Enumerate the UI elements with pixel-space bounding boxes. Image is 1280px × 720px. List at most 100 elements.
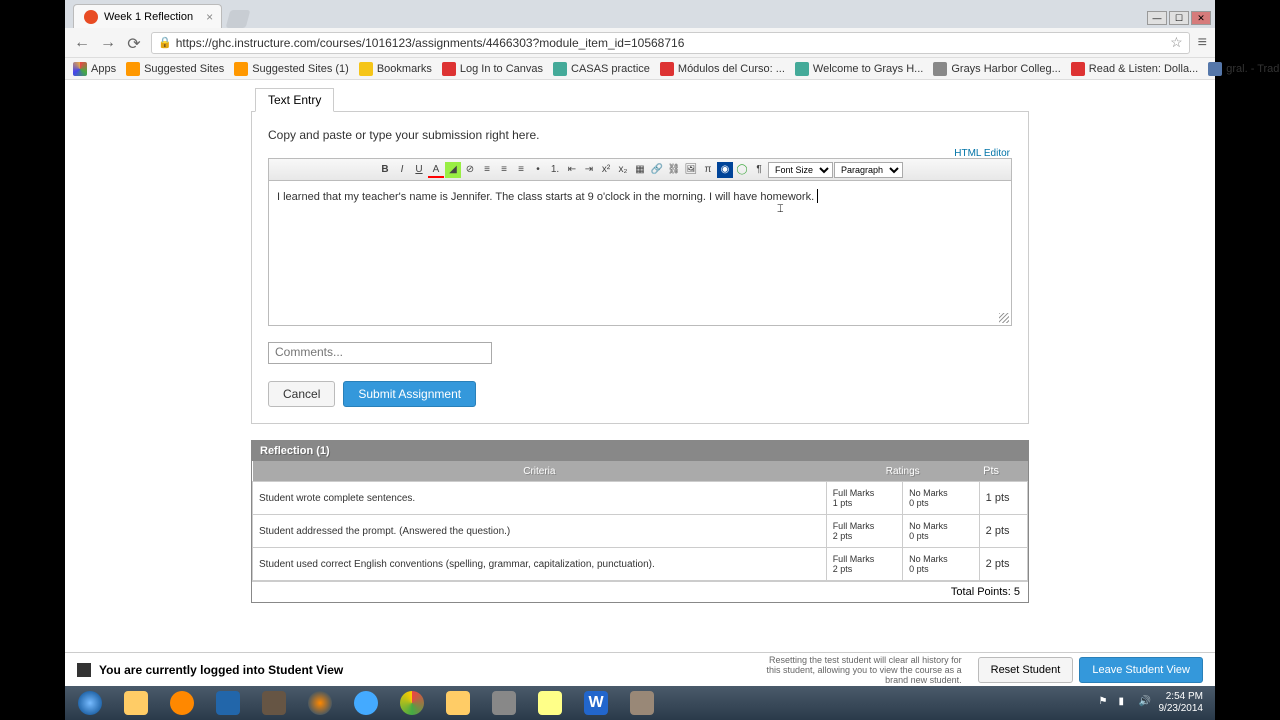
resize-handle[interactable] [999,313,1009,323]
windows-taskbar: W ⚑ ▮ 🔊 2:54 PM 9/23/2014 [65,686,1215,720]
close-window-button[interactable]: ✕ [1191,11,1211,25]
outlook-taskbar-icon[interactable] [437,689,479,717]
explorer-taskbar-icon[interactable] [115,689,157,717]
editor-textarea[interactable]: I learned that my teacher's name is Jenn… [269,181,1011,325]
chrome-taskbar-icon[interactable] [391,689,433,717]
ie-taskbar-icon[interactable] [345,689,387,717]
start-button[interactable] [69,689,111,717]
minimize-button[interactable]: — [1147,11,1167,25]
italic-button[interactable]: I [394,162,410,178]
bookmark-icon [442,62,456,76]
bullet-list-button[interactable]: • [530,162,546,178]
cancel-button[interactable]: Cancel [268,381,335,407]
media-player-taskbar-icon[interactable] [161,689,203,717]
comments-input[interactable] [268,342,492,364]
font-size-select[interactable]: Font Size [768,162,833,178]
align-right-button[interactable]: ≡ [513,162,529,178]
rubric-row: Student addressed the prompt. (Answered … [253,515,1028,548]
rating-cell[interactable]: No Marks0 pts [903,548,979,581]
bookmark-icon [234,62,248,76]
chrome-menu-button[interactable]: ≡ [1198,34,1207,52]
subscript-button[interactable]: x₂ [615,162,631,178]
ltr-button[interactable]: ¶ [751,162,767,178]
bookmark-item[interactable]: Welcome to Grays H... [795,62,923,76]
submission-box: Copy and paste or type your submission r… [251,111,1029,424]
bookmark-star-icon[interactable]: ☆ [1170,34,1183,51]
bold-button[interactable]: B [377,162,393,178]
bookmark-item[interactable]: Log In to Canvas [442,62,543,76]
reload-button[interactable]: ⟳ [125,34,143,52]
rich-text-editor: B I U A ◢ ⊘ ≡ ≡ ≡ • 1. ⇤ ⇥ x² x₂ [268,158,1012,326]
bookmark-item[interactable]: Suggested Sites (1) [234,62,349,76]
pts-cell: 2 pts [979,515,1027,548]
submit-assignment-button[interactable]: Submit Assignment [343,381,476,407]
rating-cell[interactable]: No Marks0 pts [903,482,979,515]
browser-tabstrip: Week 1 Reflection × — ☐ ✕ [65,0,1215,28]
browser-tab[interactable]: Week 1 Reflection × [73,4,222,28]
rating-cell[interactable]: Full Marks1 pts [826,482,902,515]
embed-button[interactable]: ◯ [734,162,750,178]
snipping-taskbar-icon[interactable] [483,689,525,717]
tray-flag-icon[interactable]: ⚑ [1099,696,1113,710]
word-taskbar-icon[interactable]: W [575,689,617,717]
table-button[interactable]: ▦ [632,162,648,178]
bookmark-item[interactable]: Read & Listen: Dolla... [1071,62,1198,76]
apps-button[interactable]: Apps [73,62,116,76]
bookmark-item[interactable]: CASAS practice [553,62,650,76]
notes-taskbar-icon[interactable] [529,689,571,717]
bookmark-icon [553,62,567,76]
underline-button[interactable]: U [411,162,427,178]
student-view-message: You are currently logged into Student Vi… [99,663,762,677]
bookmark-item[interactable]: Módulos del Curso: ... [660,62,785,76]
app-taskbar-icon[interactable] [621,689,663,717]
clear-format-button[interactable]: ⊘ [462,162,478,178]
pts-cell: 2 pts [979,548,1027,581]
canvas-favicon [84,10,98,24]
back-button[interactable]: ← [73,34,91,52]
text-color-button[interactable]: A [428,162,444,178]
image-button[interactable]: 🖼 [683,162,699,178]
bg-color-button[interactable]: ◢ [445,162,461,178]
url-input[interactable]: 🔒 https://ghc.instructure.com/courses/10… [151,32,1190,54]
bookmark-item[interactable]: Grays Harbor Colleg... [933,62,1060,76]
align-left-button[interactable]: ≡ [479,162,495,178]
unlink-button[interactable]: ⛓ [666,162,682,178]
new-tab-button[interactable] [226,10,251,28]
link-button[interactable]: 🔗 [649,162,665,178]
rating-cell[interactable]: Full Marks2 pts [826,548,902,581]
maximize-button[interactable]: ☐ [1169,11,1189,25]
student-view-bar: You are currently logged into Student Vi… [65,652,1215,686]
lock-icon: 🔒 [158,36,172,49]
forward-button[interactable]: → [99,34,117,52]
app-taskbar-icon[interactable] [207,689,249,717]
text-cursor [817,189,818,203]
html-editor-link[interactable]: HTML Editor [954,148,1010,159]
reset-student-button[interactable]: Reset Student [978,657,1074,683]
criteria-cell: Student used correct English conventions… [253,548,827,581]
tray-network-icon[interactable]: ▮ [1119,696,1133,710]
bookmark-item[interactable]: Suggested Sites [126,62,224,76]
tray-volume-icon[interactable]: 🔊 [1139,696,1153,710]
record-button[interactable]: ◉ [717,162,733,178]
rating-cell[interactable]: Full Marks2 pts [826,515,902,548]
superscript-button[interactable]: x² [598,162,614,178]
taskbar-clock[interactable]: 2:54 PM 9/23/2014 [1159,691,1204,715]
equation-button[interactable]: π [700,162,716,178]
bookmark-item[interactable]: gral. - Traducción al... [1208,62,1280,76]
firefox-taskbar-icon[interactable] [299,689,341,717]
rating-cell[interactable]: No Marks0 pts [903,515,979,548]
outdent-button[interactable]: ⇤ [564,162,580,178]
student-view-icon [77,663,91,677]
number-list-button[interactable]: 1. [547,162,563,178]
apps-icon [73,62,87,76]
bookmark-item[interactable]: Bookmarks [359,62,432,76]
student-view-note: Resetting the test student will clear al… [762,655,962,685]
paragraph-select[interactable]: Paragraph [834,162,903,178]
app-taskbar-icon[interactable] [253,689,295,717]
text-entry-tab[interactable]: Text Entry [255,88,334,112]
align-center-button[interactable]: ≡ [496,162,512,178]
indent-button[interactable]: ⇥ [581,162,597,178]
page-content: Text Entry Copy and paste or type your s… [65,80,1215,660]
close-tab-icon[interactable]: × [206,10,213,24]
leave-student-view-button[interactable]: Leave Student View [1079,657,1203,683]
